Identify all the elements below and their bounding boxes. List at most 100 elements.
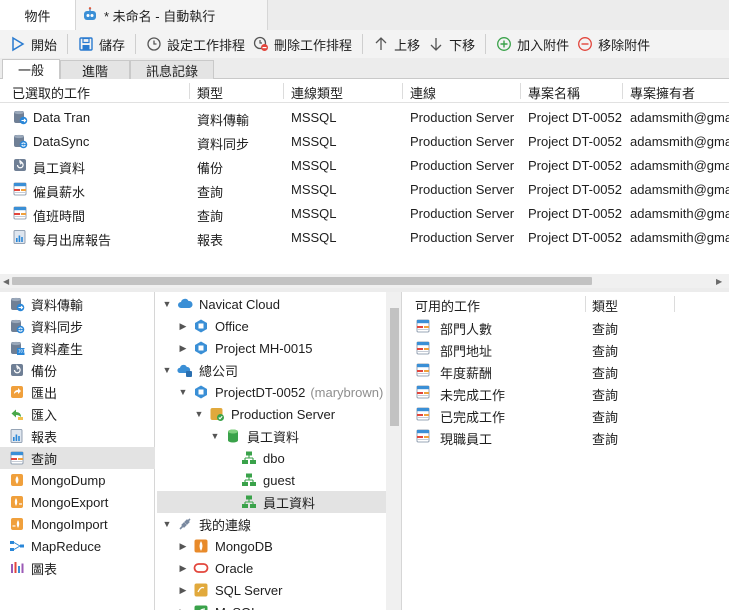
tab-objects[interactable]: 物件	[0, 0, 76, 30]
tree-node[interactable]: ▼ 總公司	[157, 359, 386, 381]
column-divider[interactable]	[674, 296, 675, 312]
column-header-connection[interactable]: 連線	[410, 83, 436, 102]
remove-attachment-button[interactable]: 移除附件	[573, 32, 654, 56]
cell-connection-type: MSSQL	[291, 230, 337, 245]
column-divider[interactable]	[283, 83, 284, 99]
tree-node[interactable]: ▼ ProjectDT-0052 (marybrown)	[157, 381, 386, 403]
tree-node[interactable]: ▶ MongoDB	[157, 535, 386, 557]
job-type-item[interactable]: 匯出	[0, 381, 155, 403]
tree-node[interactable]: ▼ 員工資料	[157, 425, 386, 447]
column-divider[interactable]	[402, 83, 403, 99]
chevron-down-icon[interactable]: ▼	[177, 387, 189, 397]
schema-icon	[242, 451, 256, 464]
tree-node[interactable]: ▼ Production Server	[157, 403, 386, 425]
table-row[interactable]: DataSync 資料同步 MSSQL Production Server Projec…	[0, 129, 729, 153]
tab-message-log[interactable]: 訊息記錄	[130, 60, 214, 79]
tree-node[interactable]: 員工資料	[157, 491, 386, 513]
chevron-right-icon[interactable]: ▶	[177, 541, 189, 552]
job-type-item[interactable]: MapReduce	[0, 535, 155, 557]
list-item[interactable]: 未完成工作 查詢	[404, 381, 729, 403]
scrollbar-thumb[interactable]	[390, 308, 399, 426]
tab-advanced[interactable]: 進階	[60, 60, 130, 79]
tree-node[interactable]: guest	[157, 469, 386, 491]
tree-node-label: Oracle	[215, 560, 254, 576]
scroll-right-icon[interactable]: ▶	[716, 277, 722, 286]
tab-automation[interactable]: * 未命名 - 自動執行	[76, 0, 268, 30]
chevron-down-icon[interactable]: ▼	[193, 409, 205, 419]
job-type-label: MapReduce	[31, 538, 102, 554]
tree-node[interactable]: ▼ 我的連線	[157, 513, 386, 535]
chevron-right-icon[interactable]: ▶	[177, 321, 189, 332]
job-type-item[interactable]: 報表	[0, 425, 155, 447]
table-row[interactable]: 每月出席報告 報表 MSSQL Production Server Project DT…	[0, 225, 729, 249]
tree-node[interactable]: ▶ Project MH-0015	[157, 337, 386, 359]
chevron-right-icon[interactable]: ▶	[177, 343, 189, 354]
list-item[interactable]: 現職員工 查詢	[404, 425, 729, 447]
column-header-project-owner[interactable]: 專案擁有者	[630, 83, 695, 102]
chevron-down-icon[interactable]: ▼	[161, 519, 173, 529]
chevron-down-icon[interactable]: ▼	[161, 299, 173, 309]
tree-node[interactable]: ▶ MySQL	[157, 601, 386, 610]
table-row[interactable]: Data Tran 資料傳輸 MSSQL Production Server Proje…	[0, 105, 729, 129]
table-row[interactable]: 員工資料 備份 MSSQL Production Server Project DT-0…	[0, 153, 729, 177]
list-item[interactable]: 部門人數 查詢	[404, 315, 729, 337]
move-down-button[interactable]: 下移	[424, 32, 479, 56]
table-row[interactable]: 值班時間 查詢 MSSQL Production Server Project DT-0…	[0, 201, 729, 225]
chevron-right-icon[interactable]: ▶	[177, 585, 189, 596]
scroll-left-icon[interactable]: ◀	[3, 277, 9, 286]
chevron-down-icon[interactable]: ▼	[209, 431, 221, 441]
column-header-available-job[interactable]: 可用的工作	[415, 296, 480, 315]
chevron-right-icon[interactable]: ▶	[177, 607, 189, 610]
column-header-connection-type[interactable]: 連線類型	[291, 83, 343, 102]
column-divider[interactable]	[189, 83, 190, 99]
move-up-button[interactable]: 上移	[369, 32, 424, 56]
move-down-label: 下移	[449, 37, 476, 53]
cell-connection-type: MSSQL	[291, 206, 337, 221]
column-header-type[interactable]: 類型	[197, 83, 223, 102]
tree-node[interactable]: dbo	[157, 447, 386, 469]
available-job-type: 查詢	[592, 322, 619, 337]
add-attachment-button[interactable]: 加入附件	[492, 32, 573, 56]
column-divider[interactable]	[520, 83, 521, 99]
job-type-item[interactable]: 查詢	[0, 447, 155, 469]
query-icon	[416, 319, 430, 333]
chevron-down-icon[interactable]: ▼	[161, 365, 173, 375]
job-type-item[interactable]: MongoImport	[0, 513, 155, 535]
column-header-available-type[interactable]: 類型	[592, 296, 618, 315]
job-type-item[interactable]: 備份	[0, 359, 155, 381]
scrollbar-thumb[interactable]	[12, 277, 592, 285]
job-type-item[interactable]: 101 資料產生	[0, 337, 155, 359]
job-type-item[interactable]: 圖表	[0, 557, 155, 579]
column-divider[interactable]	[622, 83, 623, 99]
tree-node[interactable]: ▶ SQL Server	[157, 579, 386, 601]
save-button[interactable]: 儲存	[74, 32, 129, 56]
available-job-name: 現職員工	[440, 432, 493, 447]
start-button[interactable]: 開始	[6, 32, 61, 56]
list-item[interactable]: 已完成工作 查詢	[404, 403, 729, 425]
delete-clock-icon	[253, 36, 269, 51]
job-type-item[interactable]: MongoDump	[0, 469, 155, 491]
job-type-item[interactable]: 匯入	[0, 403, 155, 425]
column-header-selected-job[interactable]: 已選取的工作	[12, 83, 90, 102]
tab-general[interactable]: 一般	[2, 59, 60, 79]
column-divider[interactable]	[585, 296, 586, 312]
chevron-right-icon[interactable]: ▶	[177, 563, 189, 574]
delete-schedule-button[interactable]: 刪除工作排程	[249, 32, 356, 56]
save-label: 儲存	[99, 37, 126, 53]
set-schedule-button[interactable]: 設定工作排程	[142, 32, 249, 56]
list-item[interactable]: 年度薪酬 查詢	[404, 359, 729, 381]
job-type-item[interactable]: MongoExport	[0, 491, 155, 513]
table-row[interactable]: 僱員薪水 查詢 MSSQL Production Server Project DT-0…	[0, 177, 729, 201]
column-header-project-name[interactable]: 專案名稱	[528, 83, 580, 102]
cell-project-name: Project DT-0052	[528, 230, 622, 245]
job-type-item[interactable]: 資料同步	[0, 315, 155, 337]
tree-node[interactable]: ▶ Oracle	[157, 557, 386, 579]
query-icon	[416, 341, 430, 355]
tree-node[interactable]: ▶ Office	[157, 315, 386, 337]
job-type-item[interactable]: 資料傳輸	[0, 293, 155, 315]
list-item[interactable]: 部門地址 查詢	[404, 337, 729, 359]
horizontal-scrollbar[interactable]: ◀ ▶	[0, 274, 729, 288]
tree-node[interactable]: ▼ Navicat Cloud	[157, 293, 386, 315]
job-type-label: MongoExport	[31, 494, 109, 510]
vertical-scrollbar[interactable]	[386, 292, 401, 610]
